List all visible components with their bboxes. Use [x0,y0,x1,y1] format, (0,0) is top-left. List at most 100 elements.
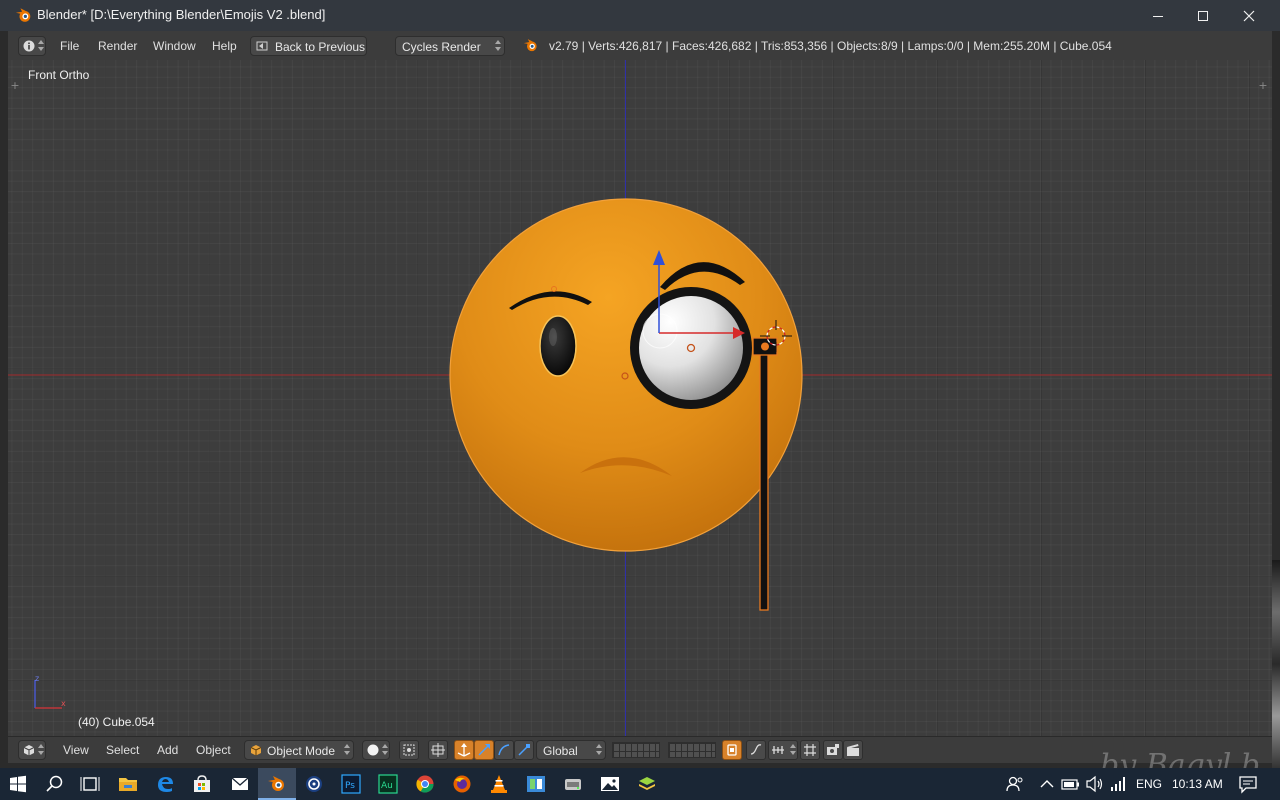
blender-logo-icon [523,39,537,52]
task-view-icon[interactable] [80,774,100,794]
rotate-icon [478,744,490,756]
orientation-label: Global [543,744,578,758]
left-eye [539,315,577,377]
clock-time[interactable]: 10:13 AM [1172,777,1223,791]
chevron-up-icon[interactable] [1037,774,1057,794]
search-icon[interactable] [45,774,65,794]
viewport-shading-dropdown[interactable] [362,740,390,760]
wifi-signal-icon[interactable] [1108,774,1128,794]
back-to-previous-label: Back to Previous [275,40,366,54]
dropdown-arrows-icon [38,744,44,756]
dropdown-arrows-icon [344,744,350,756]
manipulator-toggle-button[interactable] [428,740,448,760]
dropdown-arrows-icon [382,744,388,756]
chrome-icon[interactable] [415,774,435,794]
mixer-icon[interactable] [526,774,546,794]
layers-icon[interactable] [637,774,657,794]
maximize-icon [1198,10,1208,21]
close-button[interactable] [1226,0,1272,31]
dropdown-arrows-icon [790,744,796,756]
photos-icon[interactable] [600,774,620,794]
minimize-button[interactable] [1135,0,1181,31]
toolshelf-toggle-icon[interactable]: + [10,80,20,91]
emoji-face-object[interactable] [449,198,803,552]
opengl-render-button[interactable] [823,740,843,760]
scene-layers-grid-a[interactable] [612,742,660,758]
window-titlebar: Blender* [D:\Everything Blender\Emojis V… [0,0,1280,31]
close-icon [1243,10,1255,21]
back-to-previous-button[interactable]: Back to Previous [250,36,367,56]
camera-render-icon [827,744,839,755]
people-icon[interactable] [1005,774,1025,794]
file-explorer-icon[interactable] [118,774,138,794]
mail-icon[interactable] [230,774,250,794]
proportional-falloff-button[interactable] [746,740,766,760]
menu-render[interactable]: Render [98,39,137,53]
photoshop-icon[interactable]: Ps [341,774,361,794]
pivot-point-button[interactable] [399,740,419,760]
3d-view-icon [23,745,35,756]
audition-icon[interactable]: Au [378,774,398,794]
rotate-manipulator-button[interactable] [474,740,494,760]
snap-element-dropdown[interactable] [768,740,798,760]
render-engine-label: Cycles Render [402,40,481,54]
store-icon[interactable] [192,774,212,794]
svg-text:z: z [35,674,39,683]
back-arrow-icon [256,41,268,51]
scale-icon [498,744,510,756]
object-mode-icon [250,745,262,756]
svg-text:Ps: Ps [345,781,355,791]
translate-manipulator-button[interactable] [454,740,474,760]
notifications-icon[interactable] [1238,774,1258,794]
windows-start-icon[interactable] [8,774,28,794]
proportional-edit-button[interactable] [722,740,742,760]
menu-view[interactable]: View [63,743,89,757]
blender-icon[interactable] [267,774,287,794]
view-name-label: Front Ortho [28,68,90,82]
transform-orientation-dropdown[interactable]: Global [536,740,606,760]
dropdown-arrows-icon [495,40,501,52]
menu-select[interactable]: Select [106,743,139,757]
scene-canvas[interactable]: z x [8,60,1272,736]
windows-taskbar: Ps Au ENG 10:13 AM [0,768,1280,800]
info-header: File Render Window Help Back to Previous… [8,31,1272,61]
manipulator-extra-button[interactable] [514,740,534,760]
firefox-icon[interactable] [452,774,472,794]
menu-object[interactable]: Object [196,743,231,757]
dropdown-arrows-icon [38,40,44,52]
scale-manipulator-button[interactable] [494,740,514,760]
vlc-icon[interactable] [489,774,509,794]
snap-grid-icon [804,744,816,756]
cinema4d-icon[interactable] [304,774,324,794]
svg-text:Au: Au [381,781,393,791]
mode-dropdown[interactable]: Object Mode [244,740,354,760]
mode-label: Object Mode [267,744,336,758]
editor-type-selector[interactable] [18,740,46,760]
opengl-animation-button[interactable] [843,740,863,760]
editor-type-selector[interactable] [18,36,46,56]
pivot-icon [403,744,415,756]
maximize-button[interactable] [1180,0,1226,31]
manipulator-icon [431,743,445,757]
snap-increment-icon [772,746,784,754]
menu-help[interactable]: Help [212,39,237,53]
drive-icon[interactable] [563,774,583,794]
menu-add[interactable]: Add [157,743,178,757]
menu-window[interactable]: Window [153,39,196,53]
battery-icon[interactable] [1061,774,1081,794]
menu-file[interactable]: File [60,39,79,53]
falloff-curve-icon [750,744,762,755]
render-engine-dropdown[interactable]: Cycles Render [395,36,505,56]
properties-toggle-icon[interactable]: + [1258,80,1268,91]
solid-shading-icon [367,744,379,756]
svg-text:x: x [61,699,66,708]
scene-layers-grid-b[interactable] [668,742,716,758]
minimize-icon [1153,15,1163,17]
3d-viewport[interactable]: z x Front Ortho + + (40) Cube.054 [8,60,1272,736]
edge-icon[interactable] [155,774,175,794]
volume-icon[interactable] [1085,774,1105,794]
snap-target-button[interactable] [800,740,820,760]
language-indicator[interactable]: ENG [1136,777,1162,791]
dropdown-arrows-icon [596,744,602,756]
axis-orientation-gizmo: z x [34,674,66,709]
